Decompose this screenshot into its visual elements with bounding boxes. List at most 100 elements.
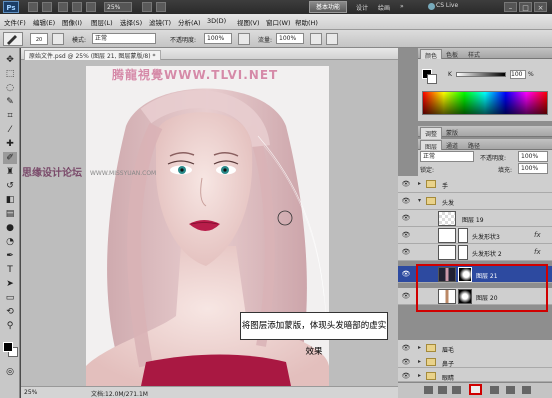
view-extras-icon[interactable]: [58, 2, 68, 12]
folder-arrow-icon[interactable]: ▸: [418, 180, 421, 187]
menu-window[interactable]: 窗口(W): [266, 17, 291, 27]
layer-style-icon[interactable]: [438, 386, 447, 394]
move-tool-icon[interactable]: ✥: [3, 54, 17, 66]
menu-analysis[interactable]: 分析(A): [178, 17, 201, 27]
gradient-tool-icon[interactable]: ▤: [3, 208, 17, 220]
color-spectrum[interactable]: [422, 91, 548, 115]
add-layer-mask-button[interactable]: [469, 384, 482, 395]
eye-icon[interactable]: 👁: [401, 372, 411, 380]
workspace-more-link[interactable]: »: [400, 3, 404, 10]
history-brush-tool-icon[interactable]: ↺: [3, 180, 17, 192]
brush-tool-preset-icon[interactable]: [3, 32, 23, 46]
arrange-documents-icon[interactable]: [142, 2, 152, 12]
flow-field[interactable]: 100%: [276, 33, 304, 44]
layer-row-nose[interactable]: 👁 ▸ 鼻子: [398, 354, 552, 368]
blur-tool-icon[interactable]: ●: [3, 222, 17, 234]
layer-row-hair-shape-2[interactable]: 👁 头发形状 2 fx: [398, 244, 552, 261]
dodge-tool-icon[interactable]: ◔: [3, 236, 17, 248]
lasso-tool-icon[interactable]: ◌: [3, 82, 17, 94]
eye-icon[interactable]: 👁: [401, 214, 411, 222]
eye-icon[interactable]: 👁: [401, 248, 411, 256]
eye-icon[interactable]: 👁: [401, 292, 411, 300]
eye-icon[interactable]: 👁: [401, 197, 411, 205]
layer-opacity-field[interactable]: 100%: [518, 151, 548, 162]
quick-mask-icon[interactable]: ◎: [3, 366, 17, 378]
bridge-icon[interactable]: [28, 2, 38, 12]
brush-size-picker[interactable]: 20: [30, 33, 48, 45]
blend-mode-select[interactable]: 正常: [420, 151, 474, 162]
folder-arrow-icon[interactable]: ▸: [418, 344, 421, 351]
clone-stamp-tool-icon[interactable]: ♜: [3, 166, 17, 178]
minimize-button[interactable]: –: [504, 2, 517, 12]
quick-select-tool-icon[interactable]: ✎: [3, 96, 17, 108]
pen-tool-icon[interactable]: ✒: [3, 250, 17, 262]
layer-row-hand[interactable]: 👁 ▸ 手: [398, 176, 552, 193]
menu-view[interactable]: 视图(V): [237, 17, 260, 27]
workspace-painting-link[interactable]: 绘画: [378, 3, 390, 12]
mini-bridge-icon[interactable]: [42, 2, 52, 12]
eyedropper-tool-icon[interactable]: ⁄: [3, 124, 17, 136]
k-value-field[interactable]: 100: [510, 70, 526, 79]
layer-row-hair[interactable]: 👁 ▾ 头发: [398, 193, 552, 210]
eye-icon[interactable]: 👁: [401, 180, 411, 188]
layer-row-eyes[interactable]: 👁 ▸ 眼睛: [398, 368, 552, 382]
folder-arrow-icon[interactable]: ▸: [418, 372, 421, 379]
fill-field[interactable]: 100%: [518, 163, 548, 174]
3d-rotate-tool-icon[interactable]: ⟲: [3, 306, 17, 318]
tab-masks[interactable]: 蒙版: [442, 127, 462, 138]
adjustment-layer-icon[interactable]: [452, 386, 461, 394]
menu-3d[interactable]: 3D(D): [207, 17, 226, 25]
maximize-button[interactable]: □: [519, 2, 532, 12]
opacity-field[interactable]: 100%: [204, 33, 232, 44]
status-zoom[interactable]: 25%: [24, 389, 37, 396]
tab-adjustments[interactable]: 调整: [420, 127, 443, 139]
pressure-size-icon[interactable]: [326, 33, 338, 45]
workspace-design-link[interactable]: 设计: [356, 3, 368, 12]
brush-tool-icon[interactable]: ✐: [3, 152, 17, 164]
link-layers-icon[interactable]: [424, 386, 433, 394]
pressure-opacity-icon[interactable]: [238, 33, 250, 45]
eye-icon[interactable]: 👁: [401, 231, 411, 239]
crop-tool-icon[interactable]: ⌗: [3, 110, 17, 122]
layer-row-hair-shape-3[interactable]: 👁 头发形状3 fx: [398, 227, 552, 244]
delete-layer-icon[interactable]: [522, 386, 531, 394]
new-group-icon[interactable]: [490, 386, 499, 394]
menu-filter[interactable]: 滤镜(T): [149, 17, 171, 27]
fx-icon[interactable]: fx: [534, 231, 541, 239]
menu-file[interactable]: 文件(F): [4, 17, 26, 27]
zoom-level-field[interactable]: 25%: [104, 2, 132, 12]
menu-select[interactable]: 选择(S): [120, 17, 142, 27]
workspace-essentials-button[interactable]: 基本功能: [309, 1, 347, 13]
eye-icon[interactable]: 👁: [401, 270, 411, 278]
folder-arrow-icon[interactable]: ▾: [418, 197, 421, 204]
close-button[interactable]: ×: [534, 2, 547, 12]
menu-image[interactable]: 图像(I): [62, 17, 82, 27]
screen-mode-icon[interactable]: [156, 2, 166, 12]
layer-row-layer19[interactable]: 👁 图层 19: [398, 210, 552, 227]
bg-color-chip[interactable]: [427, 74, 437, 84]
airbrush-icon[interactable]: [310, 33, 322, 45]
mode-select[interactable]: 正常: [92, 33, 156, 44]
hand-tool-icon[interactable]: [72, 2, 82, 12]
eye-icon[interactable]: 👁: [401, 344, 411, 352]
rotate-view-icon[interactable]: [86, 2, 96, 12]
path-select-tool-icon[interactable]: ➤: [3, 278, 17, 290]
fx-icon[interactable]: fx: [534, 248, 541, 256]
zoom-tool-icon[interactable]: ⚲: [3, 320, 17, 332]
eye-icon[interactable]: 👁: [401, 358, 411, 366]
eraser-tool-icon[interactable]: ◧: [3, 194, 17, 206]
new-layer-icon[interactable]: [506, 386, 515, 394]
foreground-color-swatch[interactable]: [3, 342, 13, 352]
folder-arrow-icon[interactable]: ▸: [418, 358, 421, 365]
menu-help[interactable]: 帮助(H): [295, 17, 318, 27]
healing-tool-icon[interactable]: ✚: [3, 138, 17, 150]
shape-tool-icon[interactable]: ▭: [3, 292, 17, 304]
menu-edit[interactable]: 编辑(E): [33, 17, 55, 27]
document-tab[interactable]: 原始文件.psd @ 25% (图层 21, 图层蒙版/8) *: [24, 50, 161, 60]
menu-layer[interactable]: 图层(L): [91, 17, 113, 27]
marquee-tool-icon[interactable]: ⬚: [3, 68, 17, 80]
cs-live-button[interactable]: CS Live: [436, 2, 458, 9]
k-slider[interactable]: [456, 72, 506, 77]
type-tool-icon[interactable]: T: [3, 264, 17, 276]
brush-panel-toggle-icon[interactable]: [52, 33, 64, 45]
